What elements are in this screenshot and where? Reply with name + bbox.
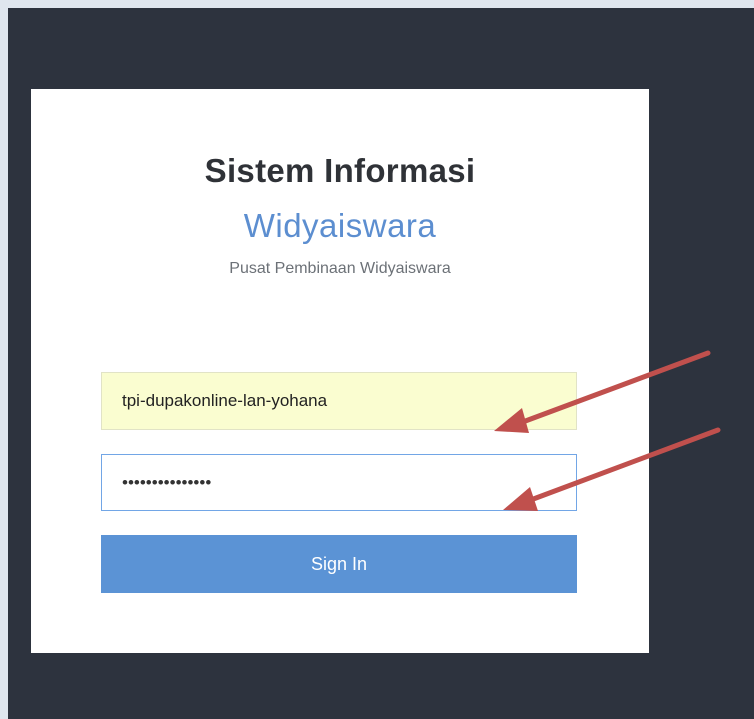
organization-name: Pusat Pembinaan Widyaiswara <box>229 260 451 277</box>
login-card: Sistem Informasi Widyaiswara Pusat Pembi… <box>31 89 649 653</box>
password-input[interactable] <box>101 454 577 511</box>
app-title: Sistem Informasi <box>204 152 476 189</box>
username-input[interactable] <box>101 372 577 430</box>
app-subtitle: Widyaiswara <box>243 207 437 244</box>
sign-in-button[interactable]: Sign In <box>101 535 577 593</box>
